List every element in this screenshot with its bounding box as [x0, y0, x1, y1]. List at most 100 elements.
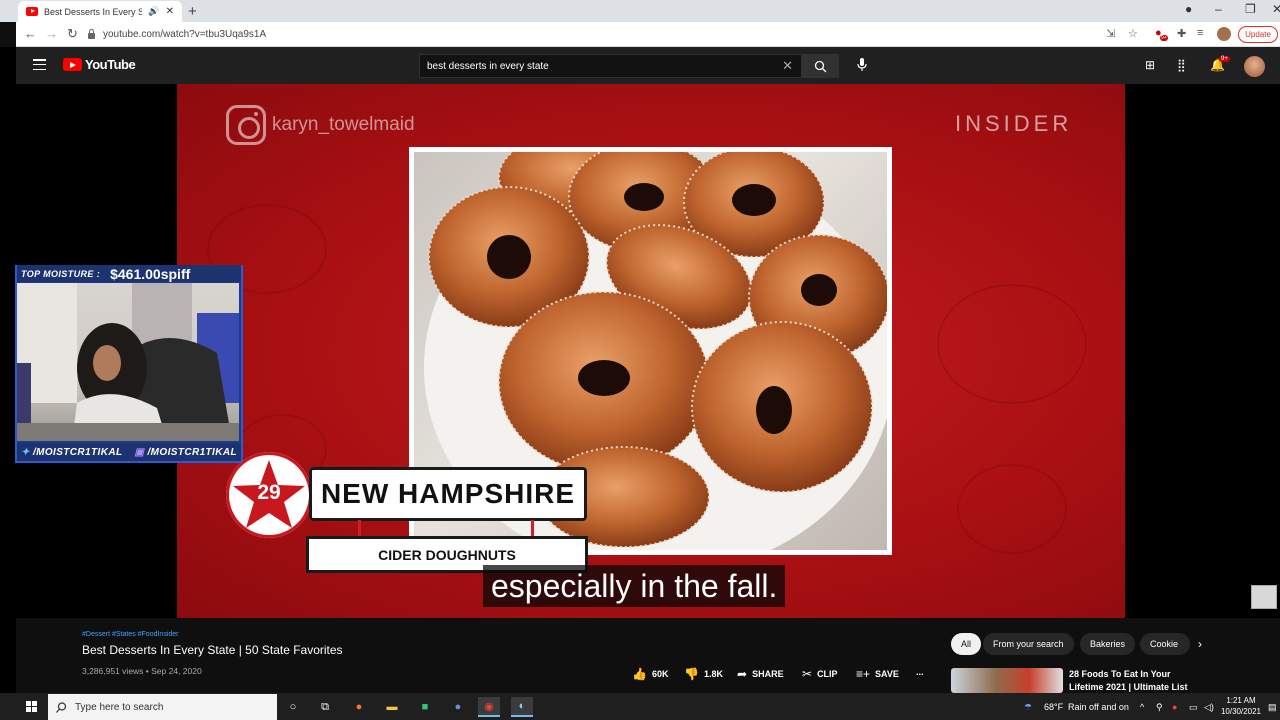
forward-arrow-icon[interactable]: → — [45, 26, 58, 41]
close-window-icon[interactable]: ✕ — [1272, 2, 1280, 16]
video-hashtags[interactable]: #Dessert #States #FoodInsider — [82, 631, 179, 638]
youtube-logo[interactable]: YouTube — [63, 57, 136, 72]
weather-description[interactable]: Rain off and on — [1068, 702, 1129, 712]
taskbar-search[interactable]: Type here to search — [48, 694, 277, 720]
recommended-video-title[interactable]: 28 Foods To Eat In Your Lifetime 2021 | … — [1069, 668, 1199, 694]
volume-icon[interactable]: ◁) — [1204, 702, 1214, 713]
clock-date: 10/30/2021 — [1220, 707, 1262, 716]
caption-text: especially in the fall. — [491, 567, 778, 604]
state-name-card: NEW HAMPSHIRE — [309, 467, 587, 521]
chip-from-your-search[interactable]: From your search — [983, 633, 1074, 655]
left-margin — [0, 47, 16, 693]
minimize-icon[interactable]: – — [1215, 2, 1222, 16]
notification-center-icon[interactable]: ▤ — [1268, 702, 1277, 713]
browser-tab[interactable]: Best Desserts In Every State 🔊 ✕ — [18, 1, 182, 22]
apps-grid-icon[interactable]: ⣿ — [1177, 58, 1186, 72]
extension-badge: 9+ — [1160, 35, 1168, 41]
thumbs-up-icon: 👍 — [632, 667, 647, 681]
tab-close-icon[interactable]: ✕ — [166, 6, 174, 17]
instagram-handle: karyn_towelmaid — [272, 114, 415, 135]
rank-number: 29 — [257, 481, 281, 504]
profile-menu-icon[interactable]: ● — [1185, 2, 1192, 16]
share-button[interactable]: ➦ SHARE — [737, 667, 784, 681]
weather-icon[interactable]: ☂ — [1024, 702, 1032, 713]
search-input[interactable] — [427, 60, 783, 72]
update-button[interactable]: Update — [1238, 26, 1278, 43]
youtube-logo-text: YouTube — [85, 57, 136, 72]
steam-icon[interactable]: ◐ — [511, 697, 533, 717]
chip-bakeries[interactable]: Bakeries — [1080, 633, 1136, 655]
task-view-icon[interactable]: ⧉ — [314, 697, 336, 717]
top-donation-amount: $461.00spiff — [110, 265, 191, 282]
youtube-favicon-icon — [26, 7, 38, 16]
webcam-feed — [17, 283, 239, 441]
clock-time: 1:21 AM — [1226, 696, 1256, 705]
twitch-handle: ▣ /MOISTCR1TIKAL — [134, 447, 237, 458]
cortana-icon[interactable]: ○ — [282, 697, 304, 717]
more-actions-button[interactable]: ... — [916, 667, 924, 677]
tray-app-icon[interactable]: ⚲ — [1156, 702, 1163, 713]
show-hidden-icons-icon[interactable]: ^ — [1140, 702, 1144, 712]
file-explorer-icon[interactable]: ▬ — [381, 697, 403, 717]
network-icon[interactable]: ▭ — [1189, 702, 1198, 713]
system-clock[interactable]: 1:21 AM 10/30/2021 — [1220, 695, 1262, 717]
puzzle-extensions-icon[interactable]: ✚ — [1177, 27, 1186, 40]
search-box[interactable]: ✕ — [419, 54, 802, 78]
voice-search-button[interactable] — [857, 58, 867, 77]
chevron-right-icon[interactable]: › — [1198, 637, 1202, 651]
chip-all[interactable]: All — [951, 633, 982, 655]
chip-cookie[interactable]: Cookie — [1140, 633, 1190, 655]
thumbs-down-icon: 👎 — [684, 667, 699, 681]
create-video-icon[interactable]: ⊞ — [1145, 58, 1155, 72]
channel-watermark: INSIDER — [955, 111, 1073, 136]
instagram-credit: karyn_towelmaid — [226, 105, 415, 145]
install-app-icon[interactable]: ⇲ — [1106, 27, 1115, 40]
reading-list-icon[interactable]: ≡ — [1197, 27, 1203, 39]
scissors-icon: ✂ — [802, 667, 813, 681]
recommended-video-thumbnail[interactable] — [951, 668, 1063, 693]
card-connector — [358, 520, 361, 537]
video-views-date: 3,286,951 views • Sep 24, 2020 — [82, 666, 202, 676]
back-arrow-icon[interactable]: ← — [24, 26, 37, 41]
firefox-icon[interactable]: ● — [348, 697, 370, 717]
weather-temperature[interactable]: 68°F — [1044, 702, 1063, 712]
app-icon[interactable]: ■ — [414, 697, 436, 717]
video-thumbnail-preview[interactable] — [1251, 585, 1277, 609]
clear-search-icon[interactable]: ✕ — [782, 58, 801, 74]
tab-audio-icon[interactable]: 🔊 — [148, 6, 159, 17]
twitch-handle-text: /MOISTCR1TIKAL — [147, 446, 237, 458]
social-handles-banner: ✦ /MOISTCR1TIKAL ▣ /MOISTCR1TIKAL — [17, 443, 241, 461]
tab-title: Best Desserts In Every State — [44, 6, 143, 17]
clip-button[interactable]: ✂ CLIP — [802, 667, 838, 681]
search-button[interactable] — [802, 54, 839, 78]
windows-start-icon[interactable] — [26, 701, 37, 712]
tray-app-icon-2[interactable]: ● — [1172, 702, 1177, 712]
closed-caption: especially in the fall. — [483, 565, 786, 607]
webcam-scene — [17, 283, 239, 441]
microphone-icon — [857, 58, 867, 71]
chrome-icon[interactable]: ◉ — [478, 697, 500, 717]
address-bar[interactable]: youtube.com/watch?v=tbu3Uqa9s1A — [88, 25, 1098, 44]
bookmark-star-icon[interactable]: ☆ — [1128, 27, 1138, 40]
top-donor-label: TOP MOISTURE : — [21, 268, 101, 279]
state-name: NEW HAMPSHIRE — [320, 478, 576, 509]
discord-icon[interactable]: ● — [447, 697, 469, 717]
video-title: Best Desserts In Every State | 50 State … — [82, 643, 343, 657]
instagram-icon — [226, 105, 266, 145]
dislike-button[interactable]: 👎 1.8K — [684, 667, 723, 681]
clip-label: CLIP — [817, 669, 838, 679]
save-label: SAVE — [875, 669, 899, 679]
add-to-playlist-icon: ≡+ — [856, 667, 871, 681]
menu-icon[interactable] — [33, 59, 46, 70]
reload-icon[interactable]: ↻ — [67, 26, 78, 42]
donation-banner: TOP MOISTURE : $461.00spiff — [17, 265, 241, 282]
browser-profile-avatar[interactable] — [1217, 27, 1231, 41]
search-icon — [56, 701, 67, 713]
like-count: 60K — [651, 669, 669, 679]
youtube-account-avatar[interactable] — [1244, 56, 1265, 77]
background-doodle — [937, 284, 1087, 404]
restore-icon[interactable]: ❐ — [1245, 2, 1256, 16]
new-tab-button[interactable]: + — [188, 3, 197, 20]
save-button[interactable]: ≡+ SAVE — [856, 667, 899, 681]
like-button[interactable]: 👍 60K — [632, 667, 668, 681]
